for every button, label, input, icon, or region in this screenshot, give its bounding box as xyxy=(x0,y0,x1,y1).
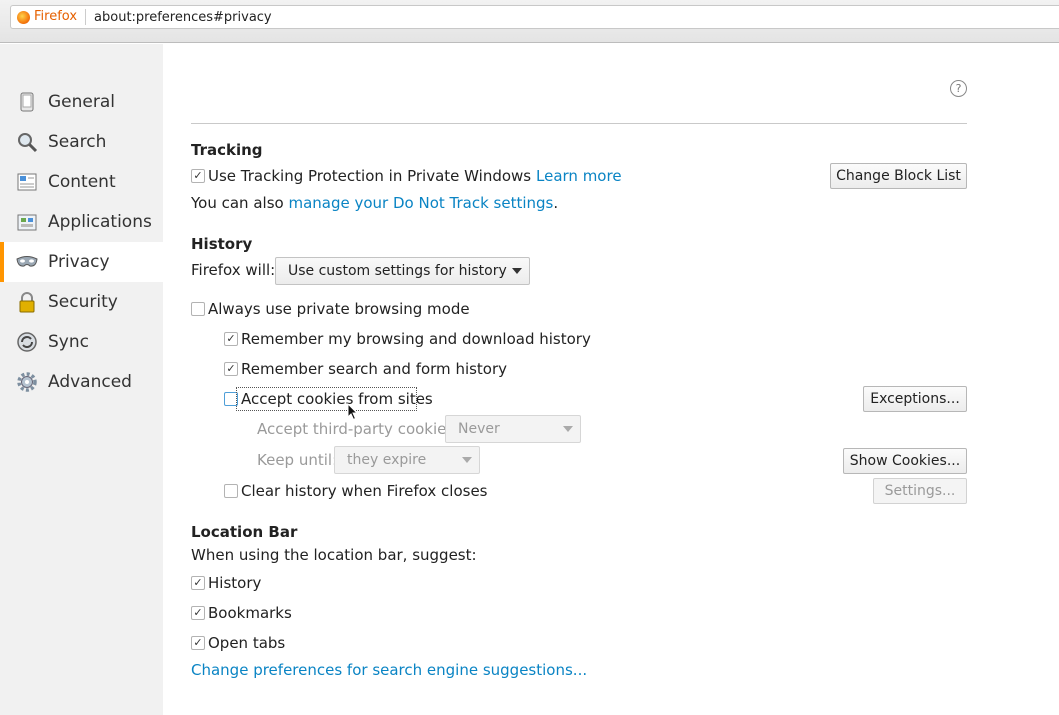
dnt-settings-link[interactable]: manage your Do Not Track settings xyxy=(288,194,553,212)
content-icon xyxy=(17,173,37,191)
suggest-history-checkbox[interactable]: ✓ xyxy=(191,576,205,590)
sidebar: General Search Content Applications Priv… xyxy=(0,44,163,715)
history-mode-select[interactable]: Use custom settings for history xyxy=(275,257,530,285)
sidebar-item-label: General xyxy=(48,92,115,112)
clear-settings-button[interactable]: Settings... xyxy=(873,478,967,504)
third-party-cookies-label: Accept third-party cookies: xyxy=(257,420,460,438)
gear-icon xyxy=(17,372,37,392)
remember-search-checkbox[interactable]: ✓ xyxy=(224,362,238,376)
suggest-open-tabs-label[interactable]: Open tabs xyxy=(208,634,285,652)
location-bar-heading: Location Bar xyxy=(191,523,298,541)
third-party-cookies-select[interactable]: Never xyxy=(445,415,581,443)
toolbar: Firefox about:preferences#privacy xyxy=(0,0,1059,43)
chevron-down-icon xyxy=(512,268,522,274)
sync-icon xyxy=(17,332,37,352)
remember-browsing-checkbox[interactable]: ✓ xyxy=(224,332,238,346)
keep-until-value: they expire xyxy=(347,452,427,468)
identity-label[interactable]: Firefox xyxy=(34,9,87,25)
help-icon[interactable]: ? xyxy=(950,80,967,97)
remember-browsing-label[interactable]: Remember my browsing and download histor… xyxy=(241,330,591,348)
search-icon xyxy=(18,133,38,153)
dnt-prefix: You can also xyxy=(191,194,289,212)
url-text[interactable]: about:preferences#privacy xyxy=(94,10,272,25)
tracking-heading: Tracking xyxy=(191,141,263,159)
tracking-protection-label[interactable]: Use Tracking Protection in Private Windo… xyxy=(208,167,531,185)
privacy-mask-icon xyxy=(16,256,38,267)
sidebar-item-label: Privacy xyxy=(48,252,110,272)
show-cookies-button[interactable]: Show Cookies... xyxy=(843,448,967,474)
clear-history-checkbox[interactable] xyxy=(224,484,238,498)
sidebar-item-general[interactable]: General xyxy=(0,82,163,122)
lock-icon xyxy=(19,292,35,313)
sidebar-item-label: Sync xyxy=(48,332,89,352)
dnt-suffix: . xyxy=(553,194,559,212)
suggest-bookmarks-checkbox[interactable]: ✓ xyxy=(191,606,205,620)
sidebar-item-security[interactable]: Security xyxy=(0,282,163,322)
keep-until-label: Keep until: xyxy=(257,451,338,469)
divider xyxy=(191,123,967,124)
sidebar-item-advanced[interactable]: Advanced xyxy=(0,362,163,402)
clear-history-label[interactable]: Clear history when Firefox closes xyxy=(241,482,488,500)
sidebar-item-applications[interactable]: Applications xyxy=(0,202,163,242)
url-bar[interactable]: Firefox about:preferences#privacy xyxy=(10,5,1059,29)
change-block-list-button[interactable]: Change Block List xyxy=(830,163,967,189)
sidebar-item-search[interactable]: Search xyxy=(0,122,163,162)
suggest-label: When using the location bar, suggest: xyxy=(191,546,477,564)
search-suggestions-link[interactable]: Change preferences for search engine sug… xyxy=(191,661,587,679)
sidebar-item-sync[interactable]: Sync xyxy=(0,322,163,362)
accept-cookies-label[interactable]: Accept cookies from sites xyxy=(241,390,433,408)
dnt-line: You can also manage your Do Not Track se… xyxy=(191,194,558,212)
suggest-history-label[interactable]: History xyxy=(208,574,261,592)
sidebar-item-privacy[interactable]: Privacy xyxy=(0,242,163,282)
keep-until-select[interactable]: they expire xyxy=(334,446,480,474)
sidebar-item-content[interactable]: Content xyxy=(0,162,163,202)
always-private-label[interactable]: Always use private browsing mode xyxy=(208,300,470,318)
sidebar-item-label: Advanced xyxy=(48,372,132,392)
tracking-protection-checkbox[interactable]: ✓ xyxy=(191,169,205,183)
history-mode-value: Use custom settings for history xyxy=(288,263,507,279)
general-icon xyxy=(20,92,34,112)
mouse-pointer-icon xyxy=(347,403,359,421)
always-private-checkbox[interactable] xyxy=(191,302,205,316)
applications-icon xyxy=(17,214,37,231)
history-heading: History xyxy=(191,235,253,253)
exceptions-button[interactable]: Exceptions... xyxy=(863,386,967,412)
sidebar-item-label: Content xyxy=(48,172,116,192)
firefox-will-label: Firefox will: xyxy=(191,261,276,279)
firefox-logo-icon xyxy=(17,10,30,24)
chevron-down-icon xyxy=(563,426,573,432)
learn-more-link[interactable]: Learn more xyxy=(536,167,622,185)
remember-search-label[interactable]: Remember search and form history xyxy=(241,360,507,378)
chevron-down-icon xyxy=(462,457,472,463)
third-party-cookies-value: Never xyxy=(458,421,500,437)
suggest-bookmarks-label[interactable]: Bookmarks xyxy=(208,604,292,622)
sidebar-item-label: Security xyxy=(48,292,118,312)
sidebar-item-label: Search xyxy=(48,132,107,152)
suggest-open-tabs-checkbox[interactable]: ✓ xyxy=(191,636,205,650)
sidebar-item-label: Applications xyxy=(48,212,152,232)
